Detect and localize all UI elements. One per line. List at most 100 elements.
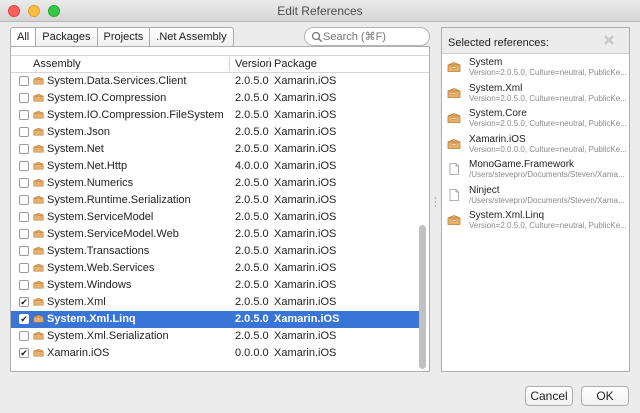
table-row[interactable]: System.Runtime.Serialization 2.0.5.0 Xamar… (11, 192, 421, 209)
row-checkbox[interactable] (19, 331, 29, 341)
row-checkbox[interactable] (19, 246, 29, 256)
title-bar: Edit References (0, 0, 640, 22)
selected-reference-item[interactable]: System.Core Version=2.0.5.0, Culture=neut… (442, 107, 629, 132)
selected-references-panel: Selected references: System Version=2.0.5… (441, 27, 630, 372)
assembly-name: System.Web.Services (47, 262, 155, 274)
table-row[interactable]: System.Transactions 2.0.5.0 Xamarin.iOS (11, 243, 421, 260)
selected-reference-item[interactable]: Ninject/Users/stevepro/Documents/Steven/… (442, 184, 629, 209)
assembly-package: Xamarin.iOS (274, 228, 337, 240)
assembly-name: System.Runtime.Serialization (47, 194, 191, 206)
assembly-version: 2.0.5.0 (235, 92, 269, 104)
row-checkbox[interactable] (19, 161, 29, 171)
assembly-version: 2.0.5.0 (235, 194, 269, 206)
assembly-version: 2.0.5.0 (235, 279, 269, 291)
table-row[interactable]: System.ServiceModel 2.0.5.0 Xamarin.iOS (11, 209, 421, 226)
ok-button[interactable]: OK (581, 386, 629, 406)
table-row[interactable]: ✔ System.Xml.Linq 2.0.5.0 Xamarin.iOS (11, 311, 421, 328)
row-checkbox[interactable] (19, 195, 29, 205)
tab-packages[interactable]: Packages (36, 27, 98, 47)
table-row[interactable]: System.IO.Compression 2.0.5.0 Xamarin.iOS (11, 90, 421, 107)
assembly-version: 2.0.5.0 (235, 245, 269, 257)
row-checkbox[interactable]: ✔ (19, 314, 29, 324)
row-checkbox[interactable] (19, 212, 29, 222)
row-checkbox[interactable] (19, 263, 29, 273)
column-header-assembly[interactable]: Assembly (33, 58, 81, 70)
row-checkbox[interactable] (19, 178, 29, 188)
row-checkbox[interactable]: ✔ (19, 297, 29, 307)
row-checkbox[interactable] (19, 93, 29, 103)
assembly-version: 2.0.5.0 (235, 143, 269, 155)
row-checkbox[interactable] (19, 229, 29, 239)
row-checkbox[interactable] (19, 110, 29, 120)
table-row[interactable]: System.Numerics 2.0.5.0 Xamarin.iOS (11, 175, 421, 192)
package-icon (447, 87, 461, 99)
reference-detail: Version=2.0.5.0, Culture=neutral, Public… (469, 119, 627, 128)
table-row[interactable]: System.Web.Services 2.0.5.0 Xamarin.iOS (11, 260, 421, 277)
row-checkbox[interactable] (19, 144, 29, 154)
selected-reference-item[interactable]: System Version=2.0.5.0, Culture=neutral, … (442, 56, 629, 81)
table-row[interactable]: System.Xml.Serialization 2.0.5.0 Xamarin.i… (11, 328, 421, 345)
assembly-package: Xamarin.iOS (274, 143, 337, 155)
assembly-version: 2.0.5.0 (235, 262, 269, 274)
assembly-name: System.Net.Http (47, 160, 128, 172)
row-checkbox[interactable] (19, 280, 29, 290)
table-row[interactable]: System.Windows 2.0.5.0 Xamarin.iOS (11, 277, 421, 294)
package-icon (33, 161, 44, 171)
assembly-package: Xamarin.iOS (274, 330, 337, 342)
column-header-version[interactable]: Version (235, 58, 272, 70)
search-input[interactable] (323, 29, 427, 44)
assembly-name: System.Xml (47, 296, 106, 308)
package-icon (33, 178, 44, 188)
table-row[interactable]: System.IO.Compression.FileSystem 2.0.5.0 X… (11, 107, 421, 124)
package-icon (33, 297, 44, 307)
package-icon (33, 280, 44, 290)
selected-references-header: Selected references: (442, 28, 629, 54)
assembly-version: 2.0.5.0 (235, 330, 269, 342)
package-icon (33, 144, 44, 154)
assembly-name: Xamarin.iOS (47, 347, 110, 359)
table-row[interactable]: System.Net 2.0.5.0 Xamarin.iOS (11, 141, 421, 158)
close-icon[interactable] (603, 34, 615, 46)
selected-reference-item[interactable]: Xamarin.iOS Version=0.0.0.0, Culture=neut… (442, 133, 629, 158)
search-box[interactable] (304, 27, 430, 46)
reference-name: System.Xml (469, 82, 523, 94)
assembly-version: 2.0.5.0 (235, 109, 269, 121)
package-icon (447, 214, 461, 226)
assembly-name: System.Windows (47, 279, 132, 291)
selected-reference-item[interactable]: System.Xml Version=2.0.5.0, Culture=neutr… (442, 82, 629, 107)
row-checkbox[interactable]: ✔ (19, 348, 29, 358)
tab-net-assembly[interactable]: .Net Assembly (150, 27, 234, 47)
reference-detail: Version=2.0.5.0, Culture=neutral, Public… (469, 221, 627, 230)
table-row[interactable]: ✔ System.Xml 2.0.5.0 Xamarin.iOS (11, 294, 421, 311)
assembly-package: Xamarin.iOS (274, 211, 337, 223)
selected-reference-item[interactable]: MonoGame.Framework/Users/stevepro/Docume… (442, 158, 629, 183)
column-header-package[interactable]: Package (274, 58, 317, 70)
reference-detail: Version=0.0.0.0, Culture=neutral, Public… (469, 144, 627, 154)
assembly-name: System.Transactions (47, 245, 150, 257)
vertical-scrollbar[interactable] (419, 225, 426, 369)
search-icon (311, 31, 323, 43)
selected-reference-item[interactable]: System.Xml.Linq Version=2.0.5.0, Culture=… (442, 209, 629, 234)
row-checkbox[interactable] (19, 76, 29, 86)
assembly-name: System.Xml.Linq (47, 313, 136, 325)
assembly-package: Xamarin.iOS (274, 92, 337, 104)
assembly-name: System.Numerics (47, 177, 134, 189)
row-checkbox[interactable] (19, 127, 29, 137)
reference-detail: /Users/stevepro/Documents/Steven/Xama... (469, 170, 625, 179)
package-icon (33, 348, 44, 358)
table-row[interactable]: ✔ Xamarin.iOS 0.0.0.0 Xamarin.iOS (11, 345, 421, 362)
table-row[interactable]: System.Data.Services.Client 2.0.5.0 Xamari… (11, 73, 421, 90)
splitter-handle-icon[interactable] (434, 196, 437, 208)
package-icon (447, 138, 461, 150)
table-row[interactable]: System.Net.Http 4.0.0.0 Xamarin.iOS (11, 158, 421, 175)
assembly-version: 2.0.5.0 (235, 296, 269, 308)
package-icon (33, 93, 44, 103)
package-icon (447, 112, 461, 124)
table-row[interactable]: System.ServiceModel.Web 2.0.5.0 Xamarin.iO… (11, 226, 421, 243)
tab-projects[interactable]: Projects (97, 27, 151, 47)
tab-all[interactable]: All (10, 27, 37, 47)
cancel-button[interactable]: Cancel (525, 386, 573, 406)
table-row[interactable]: System.Json 2.0.5.0 Xamarin.iOS (11, 124, 421, 141)
assembly-version: 2.0.5.0 (235, 75, 269, 87)
package-icon (33, 110, 44, 120)
